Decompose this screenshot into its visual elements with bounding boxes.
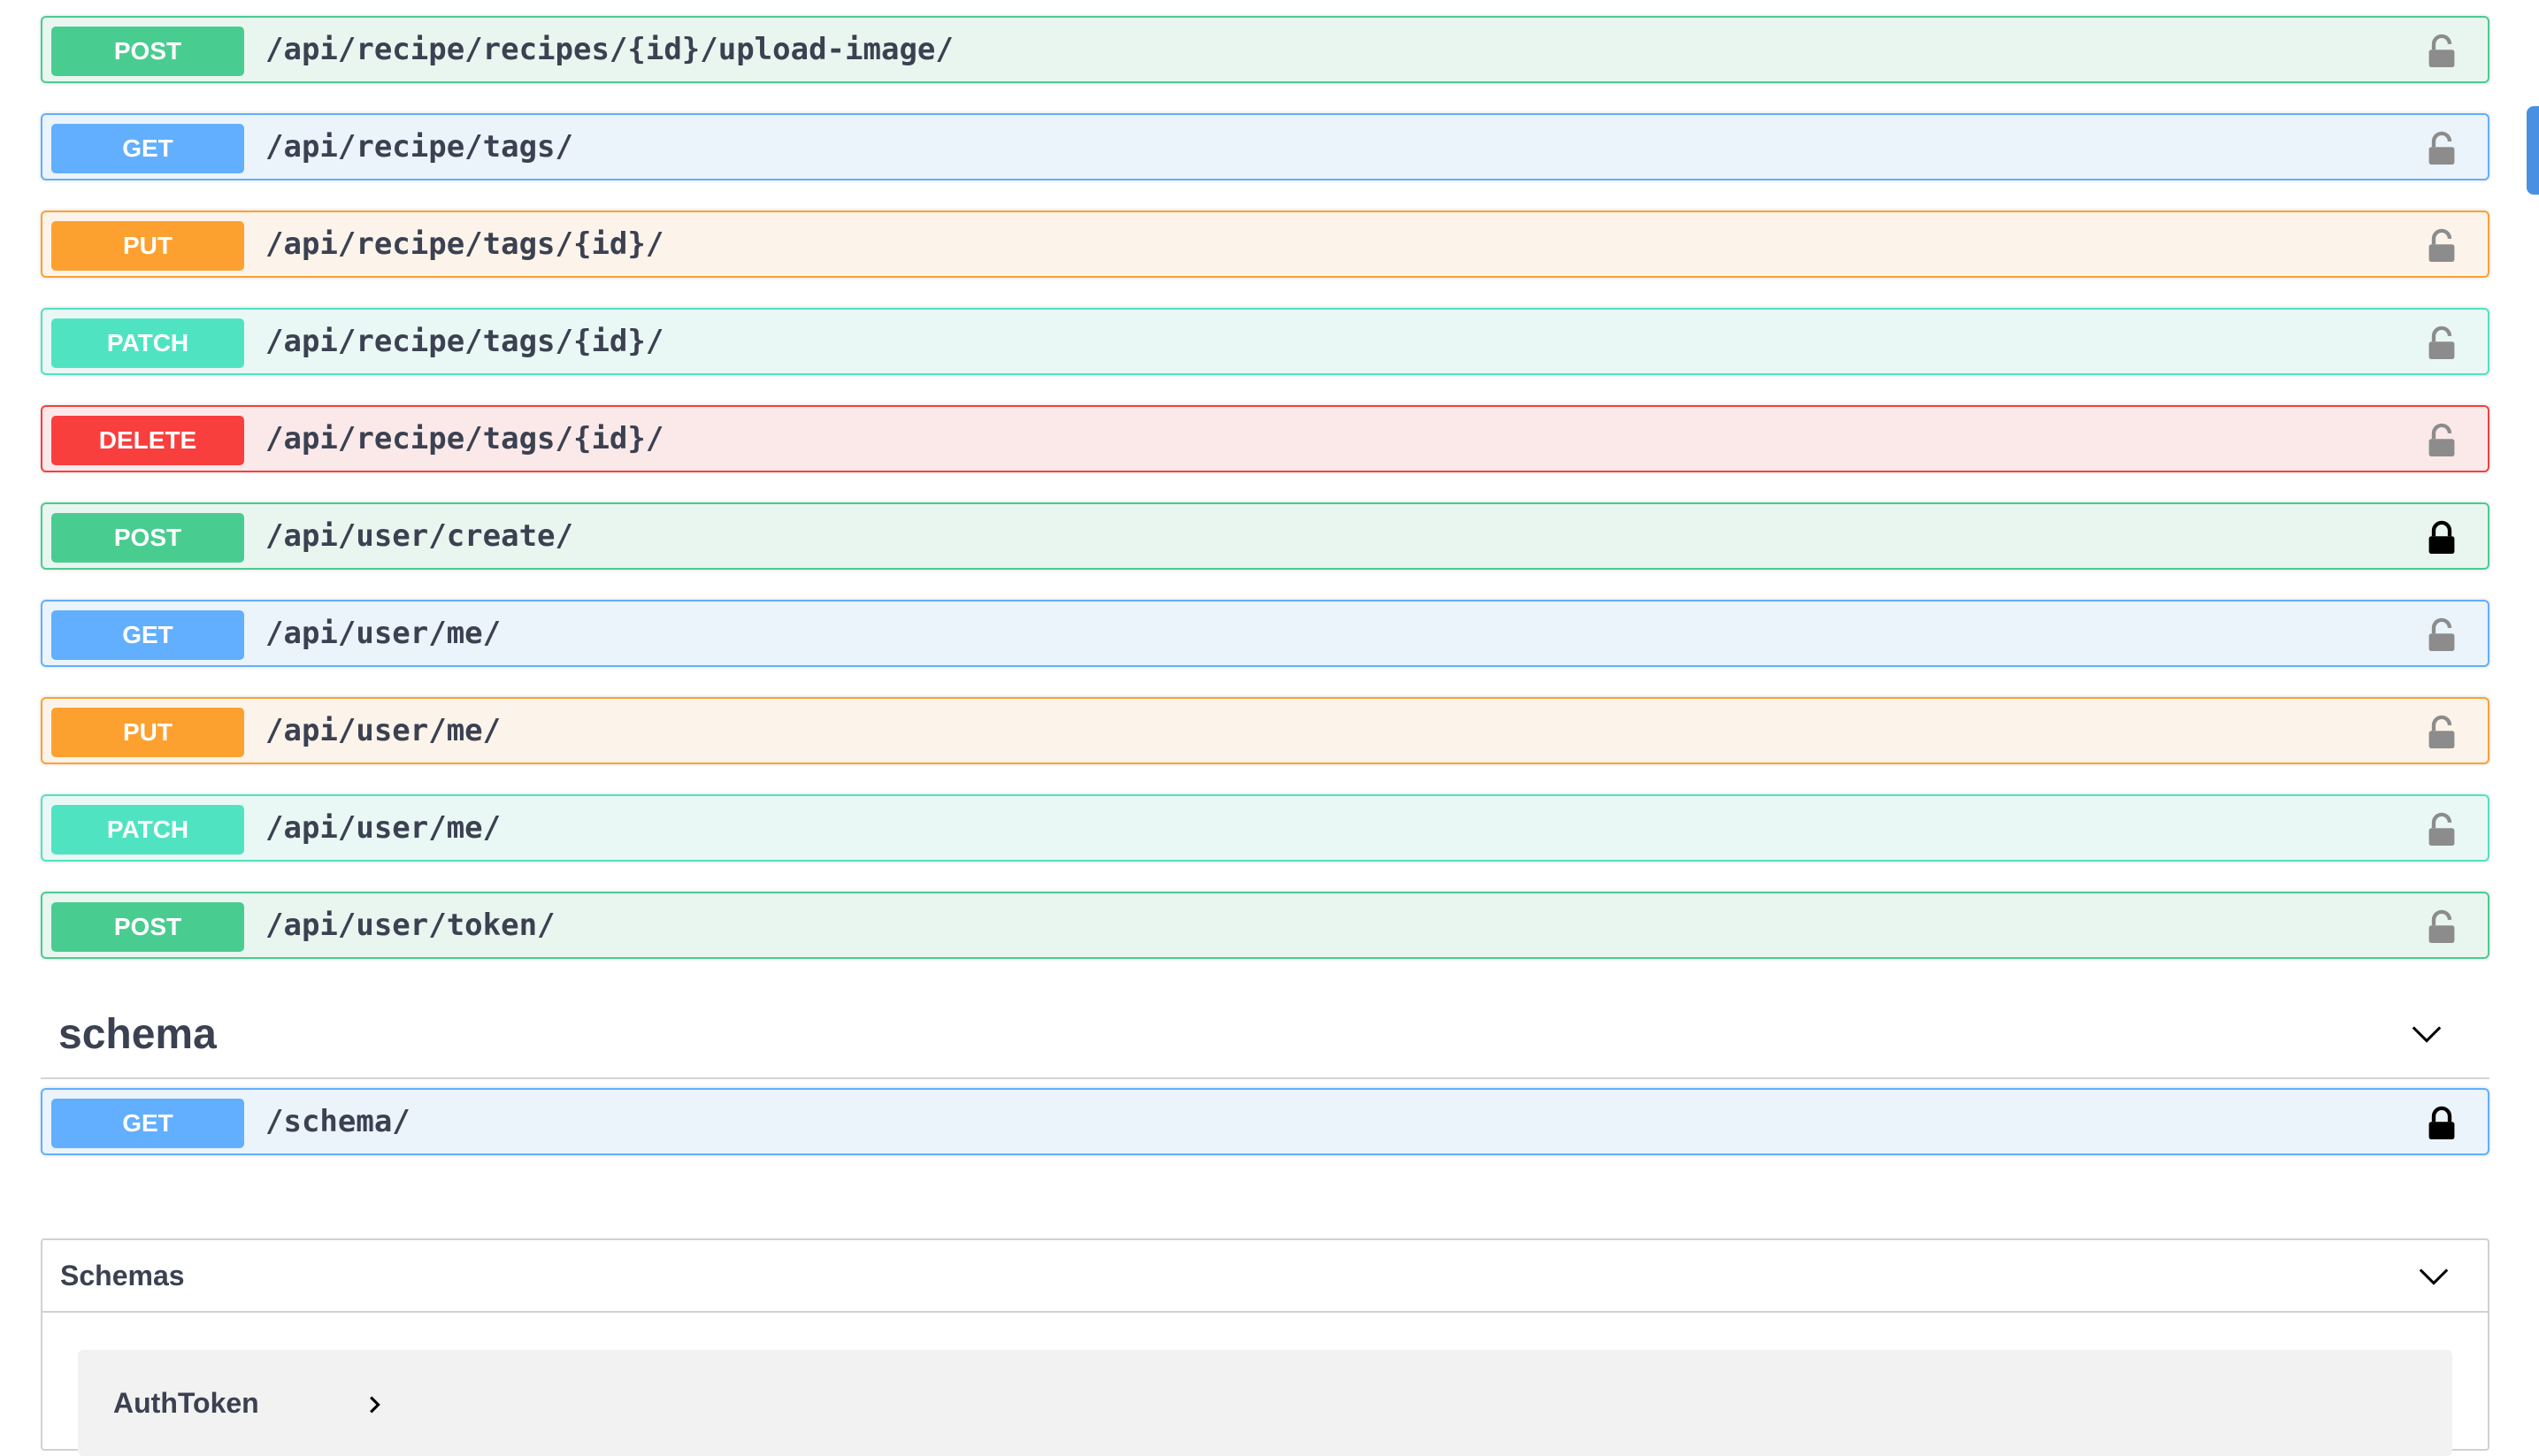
operation-post[interactable]: POST/api/user/create/	[41, 502, 2489, 570]
operation-post[interactable]: POST/api/user/token/	[41, 892, 2489, 959]
lock-closed-icon[interactable]	[2426, 520, 2458, 556]
operation-put[interactable]: PUT/api/recipe/tags/{id}/	[41, 211, 2489, 278]
operation-path: /api/user/me/	[265, 616, 502, 651]
operation-get[interactable]: GET/api/user/me/	[41, 600, 2489, 667]
operation-patch[interactable]: PATCH/api/recipe/tags/{id}/	[41, 308, 2489, 375]
method-badge: POST	[51, 902, 244, 952]
schemas-title: Schemas	[60, 1260, 185, 1291]
operation-path: /api/recipe/tags/	[265, 129, 573, 165]
operation-path: /api/user/create/	[265, 518, 573, 554]
lock-open-icon[interactable]	[2426, 909, 2458, 945]
lock-open-icon[interactable]	[2426, 423, 2458, 458]
method-badge: GET	[51, 1099, 244, 1148]
operation-path: /api/recipe/tags/{id}/	[265, 421, 664, 456]
method-badge: POST	[51, 513, 244, 563]
operation-patch[interactable]: PATCH/api/user/me/	[41, 794, 2489, 862]
operation-put[interactable]: PUT/api/user/me/	[41, 697, 2489, 764]
lock-open-icon[interactable]	[2426, 228, 2458, 264]
operation-path: /api/user/me/	[265, 810, 502, 846]
operation-get[interactable]: GET/api/recipe/tags/	[41, 113, 2489, 180]
operation-path: /api/recipe/tags/{id}/	[265, 226, 664, 262]
chevron-down-icon[interactable]	[2417, 1260, 2451, 1293]
operation-delete[interactable]: DELETE/api/recipe/tags/{id}/	[41, 405, 2489, 472]
method-badge: PUT	[51, 708, 244, 757]
operation-post[interactable]: POST/api/recipe/recipes/{id}/upload-imag…	[41, 16, 2489, 83]
method-badge: DELETE	[51, 416, 244, 465]
operation-path: /api/user/token/	[265, 908, 556, 943]
method-badge: GET	[51, 610, 244, 660]
tag-section-schema[interactable]: schema	[41, 982, 2489, 1079]
tag-title: schema	[58, 1011, 217, 1058]
method-badge: PATCH	[51, 805, 244, 854]
method-badge: GET	[51, 124, 244, 173]
scrollbar-thumb[interactable]	[2527, 106, 2539, 195]
lock-closed-icon[interactable]	[2426, 1106, 2458, 1141]
operation-path: /api/user/me/	[265, 713, 502, 748]
chevron-down-icon[interactable]	[2410, 1017, 2443, 1051]
schemas-panel: Schemas AuthToken	[41, 1238, 2489, 1456]
operation-path: /api/recipe/recipes/{id}/upload-image/	[265, 32, 954, 67]
model-item[interactable]: AuthToken	[78, 1350, 2452, 1456]
operation-get[interactable]: GET/schema/	[41, 1088, 2489, 1155]
method-badge: POST	[51, 27, 244, 76]
lock-open-icon[interactable]	[2426, 34, 2458, 69]
schemas-header[interactable]: Schemas	[42, 1240, 2488, 1313]
method-badge: PUT	[51, 221, 244, 271]
operation-path: /schema/	[265, 1104, 410, 1139]
method-badge: PATCH	[51, 318, 244, 368]
chevron-right-icon[interactable]	[364, 1394, 386, 1415]
lock-open-icon[interactable]	[2426, 715, 2458, 750]
lock-open-icon[interactable]	[2426, 617, 2458, 653]
lock-open-icon[interactable]	[2426, 326, 2458, 361]
model-name: AuthToken	[113, 1387, 259, 1419]
lock-open-icon[interactable]	[2426, 812, 2458, 847]
lock-open-icon[interactable]	[2426, 131, 2458, 166]
operation-path: /api/recipe/tags/{id}/	[265, 324, 664, 359]
